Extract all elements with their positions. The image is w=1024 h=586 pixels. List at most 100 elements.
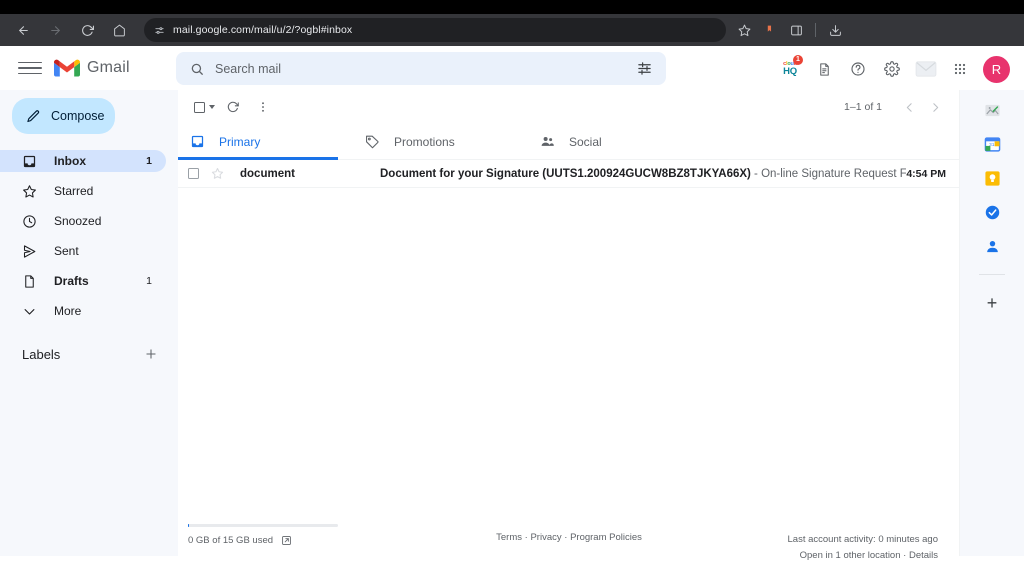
cloudhq-logo-bottom: HQ — [783, 66, 797, 77]
storage-progress-bar — [188, 524, 338, 527]
sidebar-item-drafts[interactable]: Drafts 1 — [0, 270, 166, 292]
checkbox-icon[interactable] — [194, 101, 205, 113]
email-subject: Document for your Signature (UUTS1.20092… — [380, 167, 751, 180]
help-question-icon[interactable] — [845, 56, 871, 82]
cloudhq-extension-button[interactable]: cloud HQ 1 — [777, 55, 803, 82]
plus-icon: + — [986, 293, 998, 313]
cloudhq-badge: 1 — [793, 55, 803, 65]
google-contacts-icon[interactable] — [982, 236, 1002, 256]
side-panel-icon[interactable] — [784, 18, 808, 42]
google-keep-icon[interactable] — [982, 168, 1002, 188]
sidebar-item-starred[interactable]: Starred — [0, 180, 166, 202]
search-input[interactable] — [215, 61, 637, 76]
inbox-tabs: Primary Promotions Social — [178, 124, 960, 160]
plus-icon[interactable] — [144, 347, 158, 361]
sidebar-nav-list: Inbox 1 Starred Snoozed Sent Drafts 1 Mo… — [0, 150, 178, 322]
tab-label: Promotions — [394, 134, 455, 149]
forward-button[interactable] — [42, 17, 68, 43]
sidebar-item-label: Drafts — [54, 274, 89, 288]
gmail-envelope-icon — [54, 59, 80, 77]
tab-promotions[interactable]: Promotions — [353, 124, 528, 159]
privacy-link[interactable]: Privacy — [530, 532, 561, 543]
sidebar-item-count: 1 — [146, 275, 152, 287]
email-body-preview: Document for your Signature (UUTS1.20092… — [380, 168, 906, 180]
refresh-button[interactable] — [219, 93, 247, 121]
address-bar[interactable]: mail.google.com/mail/u/2/?ogbl#inbox — [144, 18, 726, 42]
sidebar-item-label: Inbox — [54, 154, 86, 168]
sidebar-item-sent[interactable]: Sent — [0, 240, 166, 262]
pagination-text: 1–1 of 1 — [844, 101, 882, 113]
google-apps-grid-icon[interactable] — [947, 56, 973, 82]
open-location-text: Open in 1 other location — [799, 550, 901, 561]
clock-icon — [22, 214, 37, 229]
tab-primary[interactable]: Primary — [178, 124, 353, 160]
pencil-compose-icon — [26, 109, 41, 124]
checkbox-icon[interactable] — [188, 168, 199, 179]
browser-toolbar: mail.google.com/mail/u/2/?ogbl#inbox — [0, 14, 1024, 46]
back-button[interactable] — [10, 17, 36, 43]
site-settings-icon[interactable] — [154, 25, 165, 36]
sidebar-item-label: Sent — [54, 244, 79, 258]
side-panel-divider-line — [979, 274, 1005, 275]
hamburger-menu-icon[interactable] — [18, 56, 42, 80]
details-link[interactable]: Details — [909, 550, 938, 561]
star-icon[interactable] — [732, 18, 756, 42]
extension-icon[interactable] — [758, 18, 782, 42]
select-all-control[interactable] — [188, 93, 217, 121]
svg-text:31: 31 — [989, 141, 995, 147]
program-policies-link[interactable]: Program Policies — [570, 532, 642, 543]
broken-image-icon[interactable] — [982, 100, 1002, 120]
window-top-strip — [0, 0, 1024, 14]
sidebar-item-label: Starred — [54, 184, 94, 198]
labels-section-header: Labels — [0, 344, 178, 364]
tab-social[interactable]: Social — [528, 124, 703, 159]
star-outline-icon[interactable] — [211, 167, 224, 180]
inbox-tab-icon — [190, 134, 205, 149]
previous-page-button[interactable] — [898, 96, 920, 118]
search-bar[interactable] — [176, 52, 666, 85]
sidebar-item-more[interactable]: More — [0, 300, 166, 322]
settings-gear-icon[interactable] — [879, 56, 905, 82]
last-activity-text: Last account activity: 0 minutes ago — [787, 534, 939, 545]
envelope-icon[interactable] — [913, 56, 939, 82]
people-icon — [540, 134, 555, 149]
sidebar-item-inbox[interactable]: Inbox 1 — [0, 150, 166, 172]
next-page-button[interactable] — [924, 96, 946, 118]
add-panel-item-button[interactable]: + — [982, 293, 1002, 313]
email-sender: document — [240, 167, 295, 180]
home-button[interactable] — [106, 17, 132, 43]
terms-link[interactable]: Terms — [496, 532, 522, 543]
download-icon[interactable] — [823, 18, 847, 42]
gmail-logo[interactable]: Gmail — [54, 58, 130, 78]
search-icon — [190, 62, 204, 76]
compose-button[interactable]: Compose — [12, 98, 115, 134]
google-tasks-icon[interactable] — [982, 202, 1002, 222]
avatar[interactable]: R — [983, 55, 1010, 83]
chevron-down-icon[interactable] — [209, 105, 215, 109]
tab-label: Social — [569, 134, 602, 149]
labels-title: Labels — [22, 346, 61, 362]
browser-actions — [732, 18, 847, 42]
chevron-down-icon — [22, 304, 37, 319]
address-bar-url: mail.google.com/mail/u/2/?ogbl#inbox — [173, 24, 353, 36]
footer-separator: · — [561, 532, 571, 543]
gmail-logo-text: Gmail — [87, 59, 130, 76]
footer-separator: · — [900, 550, 909, 561]
sidebar-item-label: More — [54, 304, 82, 318]
compose-label: Compose — [51, 109, 105, 123]
draft-file-icon — [22, 274, 37, 289]
google-calendar-icon[interactable]: 31 — [982, 134, 1002, 154]
sidebar-item-snoozed[interactable]: Snoozed — [0, 210, 166, 232]
tab-label: Primary — [219, 134, 261, 149]
star-icon — [22, 184, 37, 199]
open-location-row: Open in 1 other location · Details — [788, 548, 938, 564]
sidebar: Compose Inbox 1 Starred Snoozed Sent Dra… — [0, 90, 178, 556]
tune-filter-icon[interactable] — [637, 61, 652, 76]
side-panel: 31 + — [960, 90, 1024, 556]
document-scan-icon[interactable] — [811, 56, 837, 82]
more-options-button[interactable] — [249, 93, 277, 121]
table-row[interactable]: document Document for your Signature (UU… — [178, 160, 960, 188]
reload-button[interactable] — [74, 17, 100, 43]
send-icon — [22, 244, 37, 259]
app-root: mail.google.com/mail/u/2/?ogbl#inbox Gma… — [0, 0, 1024, 586]
